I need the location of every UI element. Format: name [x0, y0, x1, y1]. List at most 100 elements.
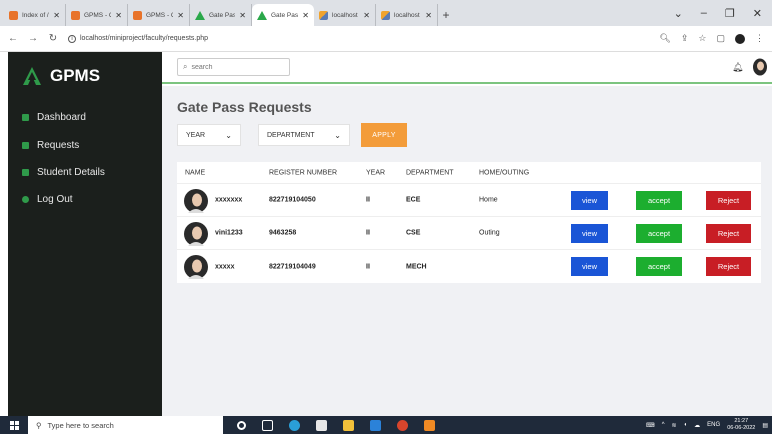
tab-close-icon[interactable]: ✕: [53, 11, 60, 20]
chevron-up-icon[interactable]: ^: [662, 422, 665, 428]
task-view-icon[interactable]: [262, 419, 273, 431]
favicon-icon: [133, 10, 142, 20]
browser-tab[interactable]: Gate Pass Manag✕: [190, 4, 252, 26]
view-button[interactable]: view: [571, 257, 608, 276]
sidebar-item-requests[interactable]: Requests: [22, 140, 79, 151]
table-row: vini1233 9463258 II CSE Outing view acce…: [177, 217, 761, 250]
forward-icon[interactable]: →: [28, 33, 38, 44]
zoom-icon[interactable]: 🔍︎: [659, 33, 670, 44]
url-field[interactable]: i localhost/miniproject/faculty/requests…: [68, 34, 649, 43]
vscode-icon[interactable]: [370, 419, 381, 431]
student-name: xxxxxxx: [215, 196, 243, 204]
tab-close-icon[interactable]: ✕: [177, 11, 184, 20]
view-button[interactable]: view: [571, 191, 608, 210]
browser-tab-active[interactable]: Gate Pass Manag✕: [252, 4, 314, 26]
home-outing-value: Outing: [479, 229, 500, 237]
sidepanel-icon[interactable]: ▢: [716, 33, 725, 44]
tab-close-icon[interactable]: ✕: [115, 11, 122, 20]
site-info-icon[interactable]: i: [68, 34, 76, 43]
brand-name: GPMS: [50, 66, 101, 85]
search-box[interactable]: ⌕: [177, 58, 290, 76]
browser-tab[interactable]: localhost / 127.0✕: [314, 4, 376, 26]
new-tab-button[interactable]: +: [438, 4, 454, 26]
dashboard-icon: [22, 114, 29, 121]
bookmark-star-icon[interactable]: ☆: [698, 33, 706, 44]
profile-avatar-icon[interactable]: [735, 33, 745, 44]
share-icon[interactable]: ⇪: [681, 33, 689, 44]
accept-button[interactable]: accept: [636, 224, 682, 243]
requests-table: NAME REGISTER NUMBER YEAR DEPARTMENT HOM…: [177, 162, 761, 283]
column-header: NAME: [185, 169, 206, 176]
browser-tab[interactable]: GPMS - Gate Pa✕: [66, 4, 128, 26]
department-select[interactable]: DEPARTMENT ⌄: [258, 124, 350, 146]
back-icon[interactable]: ←: [8, 33, 18, 44]
year-value: II: [366, 263, 370, 270]
store-icon[interactable]: [316, 419, 327, 431]
notification-icon[interactable]: ▤: [762, 422, 768, 429]
cloud-icon[interactable]: ☁: [694, 422, 700, 429]
accept-button[interactable]: accept: [636, 257, 682, 276]
column-header: YEAR: [366, 169, 386, 176]
brand[interactable]: GPMS: [22, 62, 100, 90]
chrome-icon[interactable]: [397, 419, 408, 431]
tab-close-icon[interactable]: ✕: [363, 11, 370, 20]
reject-button[interactable]: Reject: [706, 224, 751, 243]
chevron-down-icon: ⌄: [225, 130, 232, 140]
search-icon: ⚲: [36, 420, 42, 430]
sidebar-item-student-details[interactable]: Student Details: [22, 167, 105, 178]
search-input[interactable]: [191, 63, 282, 71]
sidebar-item-dashboard[interactable]: Dashboard: [22, 112, 86, 123]
edge-icon[interactable]: [289, 419, 300, 431]
close-window-button[interactable]: ✕: [753, 7, 762, 20]
sidebar-item-logout[interactable]: Log Out: [22, 194, 73, 205]
tab-close-icon[interactable]: ✕: [425, 11, 432, 20]
xampp-icon[interactable]: [424, 419, 435, 431]
user-avatar[interactable]: [752, 58, 768, 76]
student-avatar: [184, 222, 208, 246]
column-header: HOME/OUTING: [479, 169, 530, 176]
favicon-icon: [71, 10, 80, 20]
apply-button[interactable]: APPLY: [361, 123, 407, 147]
reject-button[interactable]: Reject: [706, 191, 751, 210]
browser-menu-icon[interactable]: ⋮: [755, 33, 764, 44]
year-select[interactable]: YEAR ⌄: [177, 124, 241, 146]
reject-button[interactable]: Reject: [706, 257, 751, 276]
tab-search-icon[interactable]: ⌄: [674, 7, 683, 20]
volume-icon[interactable]: ◖: [684, 422, 688, 428]
bell-icon[interactable]: 🔔︎: [732, 62, 743, 73]
department-value: CSE: [406, 229, 421, 237]
table-header: NAME REGISTER NUMBER YEAR DEPARTMENT HOM…: [177, 162, 761, 184]
language-indicator[interactable]: ENG: [707, 422, 720, 428]
favicon-icon: [381, 10, 390, 20]
favicon-icon: [319, 10, 328, 20]
browser-tab[interactable]: localhost / 127.0✕: [376, 4, 438, 26]
reload-icon[interactable]: ↻: [48, 33, 58, 44]
favicon-icon: [257, 10, 267, 20]
tab-close-icon[interactable]: ✕: [302, 11, 309, 20]
column-header: REGISTER NUMBER: [269, 169, 338, 176]
favicon-icon: [9, 10, 18, 20]
browser-tab[interactable]: GPMS - Gate Pa✕: [128, 4, 190, 26]
maximize-button[interactable]: ❐: [725, 7, 735, 20]
clock[interactable]: 21:27 06-06-2022: [727, 418, 755, 432]
taskbar-search[interactable]: ⚲ Type here to search: [28, 416, 223, 434]
sidebar: GPMS Dashboard Requests Student Details …: [8, 52, 162, 416]
student-name: xxxxx: [215, 263, 235, 270]
cortana-icon[interactable]: [237, 420, 246, 430]
wifi-icon[interactable]: ≋: [672, 422, 677, 429]
keyboard-icon[interactable]: ⌨: [646, 422, 655, 429]
view-button[interactable]: view: [571, 224, 608, 243]
student-avatar: [184, 255, 208, 279]
browser-tab[interactable]: Index of / ✕: [4, 4, 66, 26]
tab-close-icon[interactable]: ✕: [239, 11, 246, 20]
main-content: Gate Pass Requests YEAR ⌄ DEPARTMENT ⌄ A…: [162, 86, 772, 416]
register-number: 822719104049: [269, 263, 316, 270]
file-explorer-icon[interactable]: [343, 419, 354, 431]
browser-tab-strip: Index of /✕ GPMS - Gate Pa✕ GPMS - Gate …: [0, 0, 772, 26]
minimize-button[interactable]: –: [701, 7, 707, 19]
gpms-logo-icon: [23, 67, 41, 85]
table-row: xxxxx 822719104049 II MECH view accept R…: [177, 250, 761, 283]
windows-start-icon[interactable]: [0, 416, 28, 434]
department-value: MECH: [406, 263, 427, 270]
accept-button[interactable]: accept: [636, 191, 682, 210]
